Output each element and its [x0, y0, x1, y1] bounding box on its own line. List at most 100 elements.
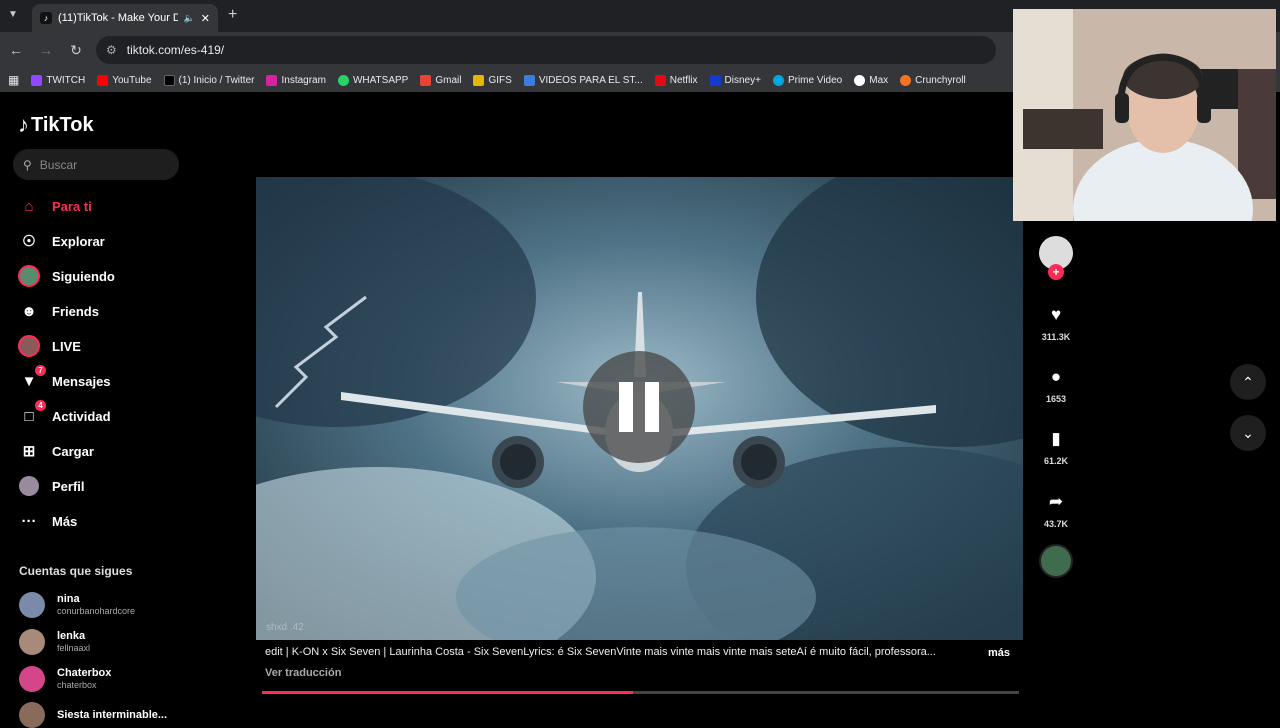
friends-icon: ☻ — [21, 302, 37, 320]
speaker-icon: 🔈 — [183, 12, 195, 23]
save-button[interactable]: ▮ 61.2K — [1036, 428, 1076, 466]
bookmark-crunchyroll[interactable]: Crunchyroll — [900, 74, 966, 86]
video-caption: edit | K-ON x Six Seven | Laurinha Costa… — [265, 646, 936, 658]
nav-live[interactable]: LIVE — [18, 332, 81, 360]
search-input[interactable]: ⚲ Buscar — [13, 149, 179, 180]
new-tab-icon[interactable]: + — [228, 6, 237, 24]
twitch-icon — [31, 74, 43, 86]
tiktok-favicon-icon: ♪ — [40, 12, 52, 24]
share-arrow-icon: ➦ — [1048, 492, 1064, 511]
bookmark-gmail[interactable]: Gmail — [420, 74, 461, 86]
nav-explorar[interactable]: ☉ Explorar — [18, 227, 104, 255]
tab-title: (11)TikTok - Make Your Day — [58, 12, 178, 24]
bookmark-max[interactable]: Max — [854, 74, 888, 86]
comment-button[interactable]: ● 1653 — [1036, 366, 1076, 404]
bookmark-gifs[interactable]: GIFS — [473, 74, 512, 86]
messages-badge: 7 — [35, 365, 46, 376]
see-translation-link[interactable]: Ver traducción — [265, 667, 341, 679]
follow-plus-icon[interactable]: + — [1048, 264, 1064, 280]
nav-para-ti[interactable]: ⌂ Para ti — [18, 192, 91, 220]
compass-icon: ☉ — [22, 233, 36, 250]
browser-tab[interactable]: ♪ (11)TikTok - Make Your Day 🔈 ✕ — [32, 4, 218, 32]
tiktok-logo[interactable]: ♪ TikTok — [18, 112, 94, 138]
video-progress-bar[interactable] — [262, 691, 1019, 694]
bookmark-twitter[interactable]: (1) Inicio / Twitter — [163, 74, 254, 86]
tab-search-chevron-icon[interactable]: ▼ — [8, 9, 18, 20]
prime-video-icon — [772, 74, 784, 86]
upload-icon: ⊞ — [22, 443, 36, 460]
bookmark-disney[interactable]: Disney+ — [709, 74, 761, 86]
home-icon: ⌂ — [24, 197, 34, 215]
nav-actividad[interactable]: □ 4 Actividad — [18, 400, 111, 430]
comment-count: 1653 — [1045, 394, 1067, 404]
site-info-icon[interactable]: ⚙ — [106, 43, 117, 57]
whatsapp-icon — [337, 74, 349, 86]
avatar — [19, 592, 45, 618]
bookmark-twitch[interactable]: TWITCH — [31, 74, 85, 86]
following-account[interactable]: Chaterbox chaterbox — [19, 666, 111, 692]
search-icon: ⚲ — [23, 157, 32, 172]
video-watermark: shxd .42 — [266, 622, 304, 633]
crunchyroll-icon — [900, 74, 912, 86]
nav-siguiendo[interactable]: Siguiendo — [18, 262, 115, 290]
following-avatar-icon — [18, 265, 40, 287]
forward-icon[interactable]: → — [32, 42, 60, 58]
bookmark-netflix[interactable]: Netflix — [654, 74, 698, 86]
nav-friends[interactable]: ☻ Friends — [18, 297, 99, 325]
reload-icon[interactable]: ↻ — [62, 42, 90, 59]
drive-icon — [523, 74, 535, 86]
gifs-icon — [473, 74, 485, 86]
following-account[interactable]: nina conurbanohardcore — [19, 592, 135, 618]
bookmark-instagram[interactable]: Instagram — [266, 74, 326, 86]
nav-perfil[interactable]: Perfil — [18, 472, 85, 500]
comment-icon: ● — [1050, 367, 1062, 386]
bookmark-whatsapp[interactable]: WHATSAPP — [337, 74, 408, 86]
bookmark-videos[interactable]: VIDEOS PARA EL ST... — [523, 74, 643, 86]
profile-icon — [18, 475, 40, 497]
video-player[interactable]: shxd .42 — [256, 177, 1023, 640]
webcam-overlay — [1013, 9, 1276, 221]
caption-more-link[interactable]: más — [988, 647, 1010, 659]
netflix-icon — [654, 74, 666, 86]
youtube-icon — [97, 74, 109, 86]
max-icon — [854, 74, 866, 86]
instagram-icon — [266, 74, 278, 86]
following-header: Cuentas que sigues — [19, 564, 133, 578]
video-progress-fill — [262, 691, 633, 694]
share-count: 43.7K — [1043, 519, 1069, 529]
share-button[interactable]: ➦ 43.7K — [1036, 491, 1076, 529]
bookmark-icon: ▮ — [1051, 429, 1061, 448]
nav-mensajes[interactable]: ▼ 7 Mensajes — [18, 365, 111, 395]
bookmark-prime[interactable]: Prime Video — [772, 74, 842, 86]
pause-icon — [619, 382, 633, 432]
live-icon — [18, 335, 40, 357]
activity-icon: □ 4 — [18, 400, 46, 427]
previous-video-button[interactable]: ⌃ — [1230, 364, 1266, 400]
nav-mas[interactable]: ··· Más — [18, 507, 78, 535]
more-dots-icon: ··· — [21, 512, 37, 530]
tiktok-note-icon: ♪ — [18, 112, 29, 137]
back-icon[interactable]: ← — [2, 42, 30, 58]
like-button[interactable]: ♥ 311.3K — [1036, 304, 1076, 342]
url-bar[interactable]: ⚙ tiktok.com/es-419/ — [96, 36, 996, 64]
next-video-button[interactable]: ⌄ — [1230, 415, 1266, 451]
save-count: 61.2K — [1043, 456, 1069, 466]
following-account[interactable]: lenka fellnaaxl — [19, 629, 90, 655]
gmail-icon — [420, 74, 432, 86]
pause-button[interactable] — [583, 351, 695, 463]
bookmark-youtube[interactable]: YouTube — [97, 74, 152, 86]
music-disc-icon[interactable] — [1039, 544, 1073, 578]
messages-icon: ▼ 7 — [18, 365, 46, 392]
disney-icon — [709, 74, 721, 86]
close-tab-icon[interactable]: ✕ — [201, 12, 210, 25]
heart-icon: ♥ — [1050, 305, 1062, 324]
apps-grid-icon[interactable]: ▦ — [8, 73, 19, 87]
activity-badge: 4 — [35, 400, 46, 411]
x-icon — [163, 74, 175, 86]
avatar — [19, 666, 45, 692]
nav-cargar[interactable]: ⊞ Cargar — [18, 437, 94, 465]
following-account[interactable]: Siesta interminable... — [19, 702, 167, 728]
like-count: 311.3K — [1041, 332, 1071, 342]
chevron-down-icon: ⌄ — [1242, 424, 1254, 441]
search-placeholder: Buscar — [39, 157, 78, 172]
